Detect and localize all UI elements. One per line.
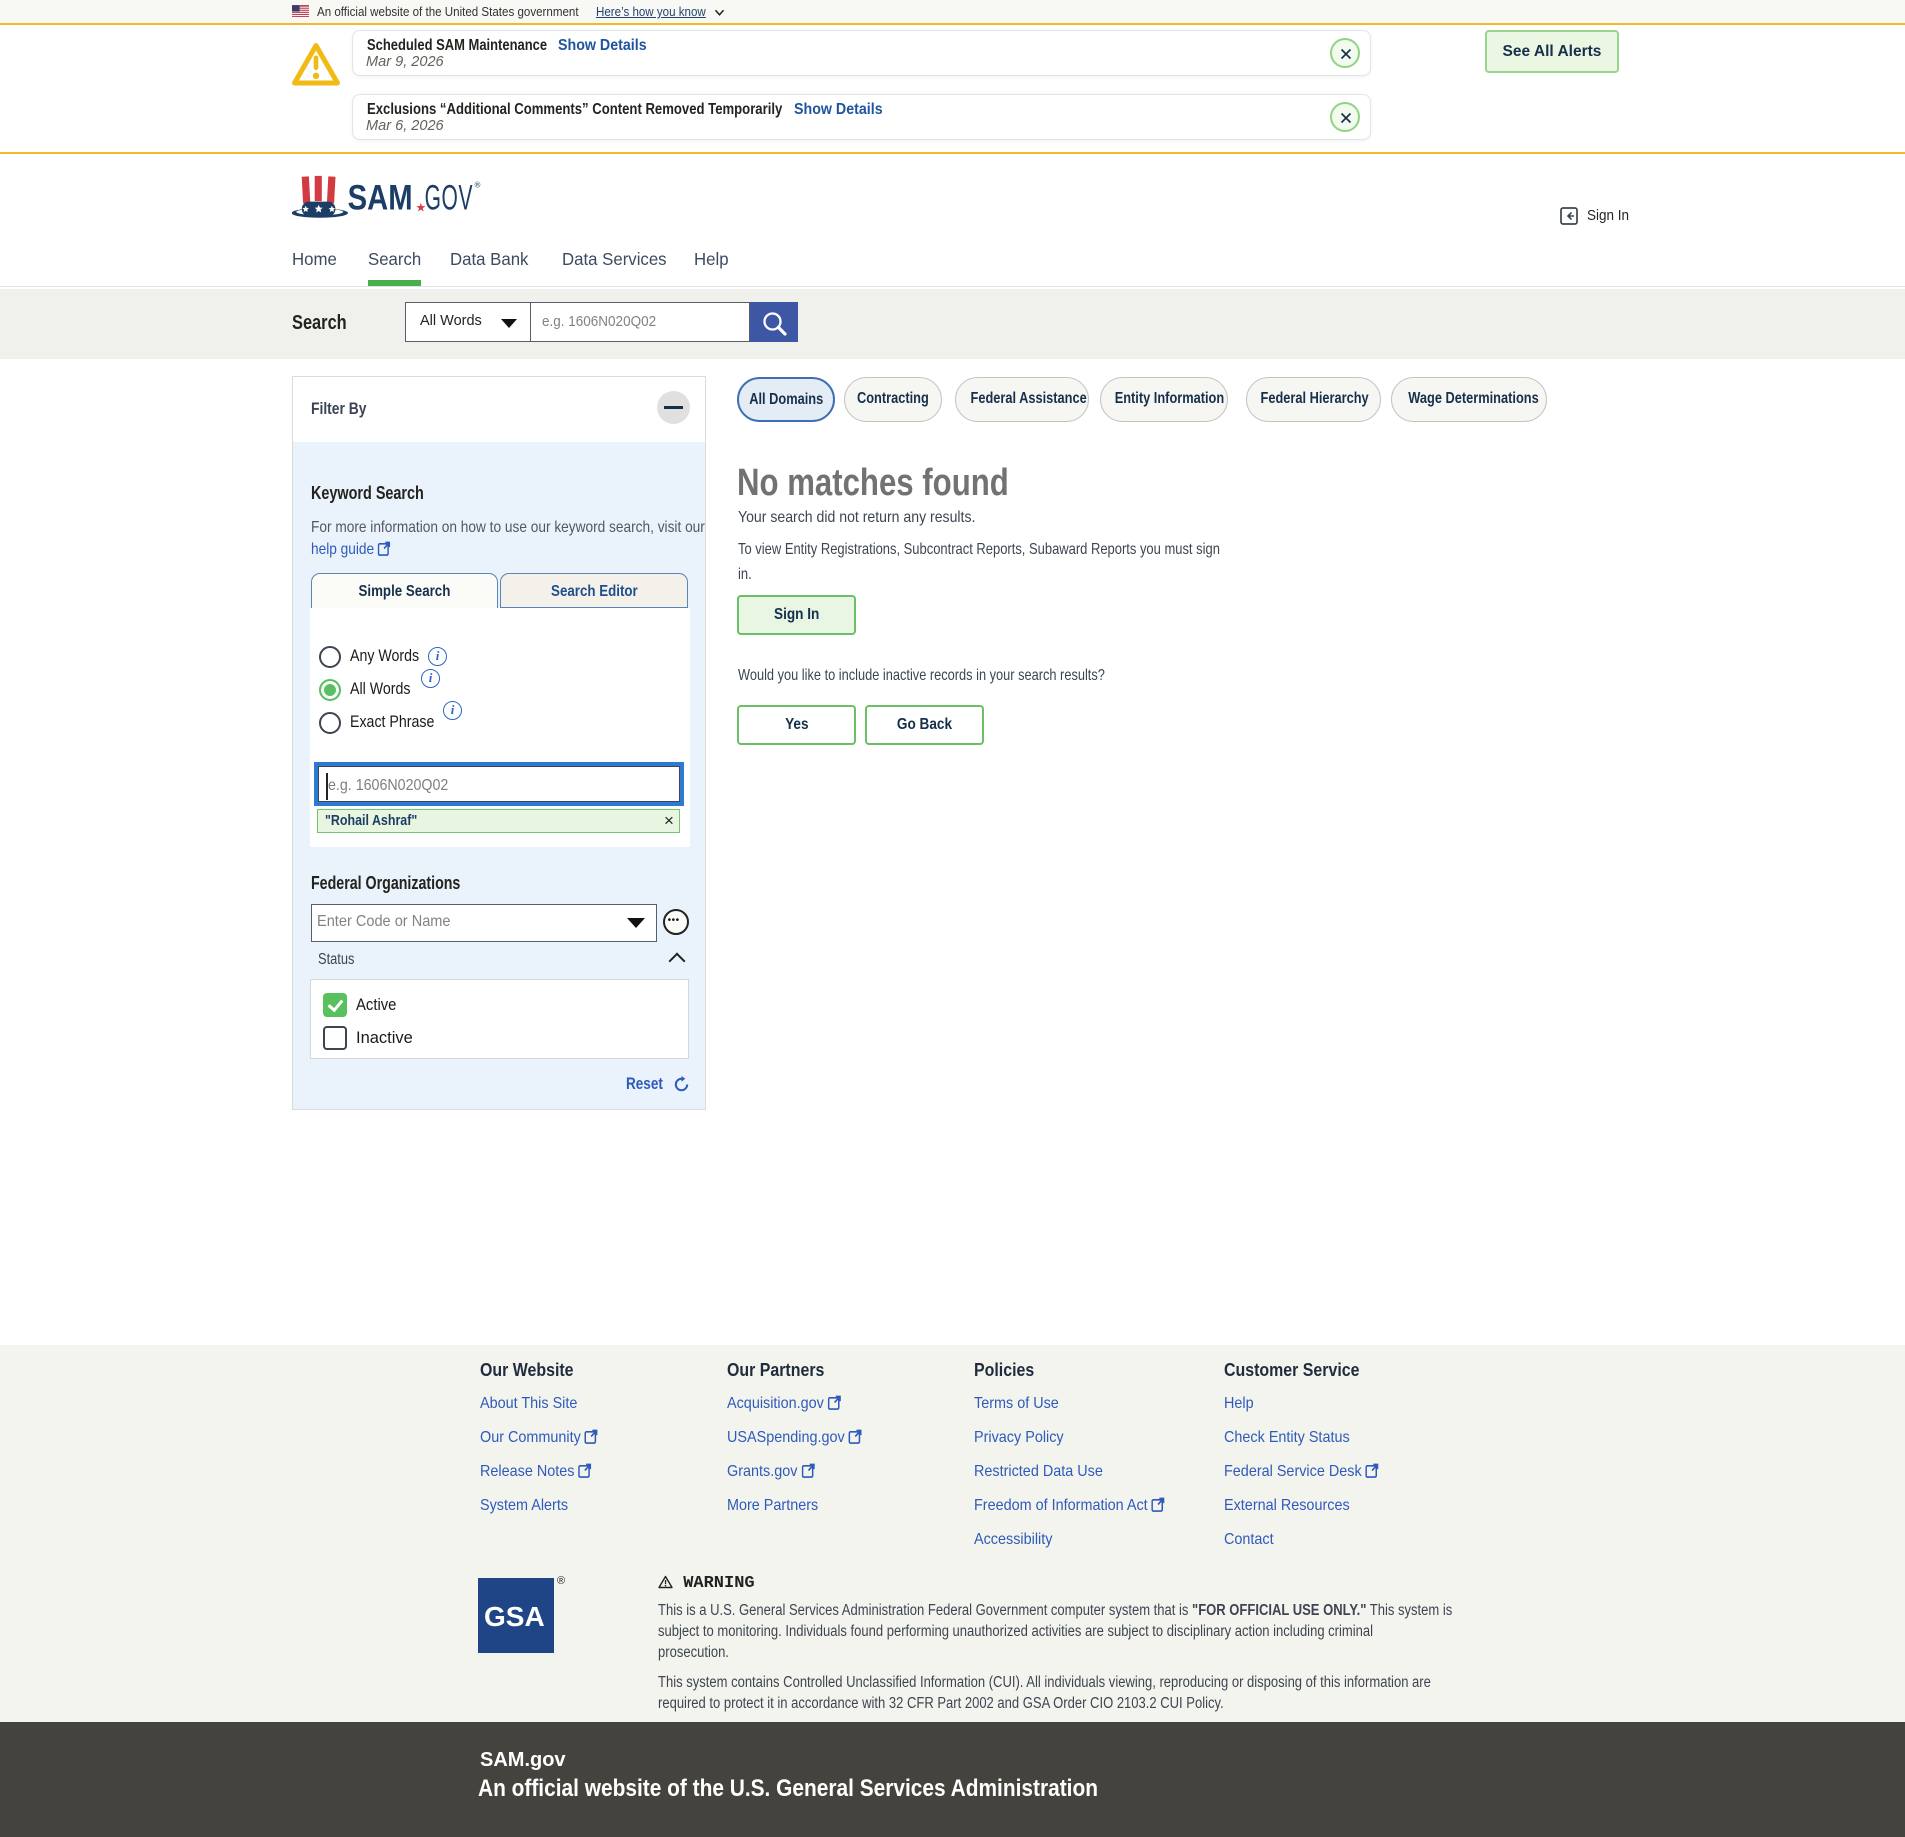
svg-text:GOV: GOV (425, 179, 473, 218)
svg-text:®: ® (475, 181, 481, 190)
svg-text:SAM: SAM (348, 178, 413, 217)
